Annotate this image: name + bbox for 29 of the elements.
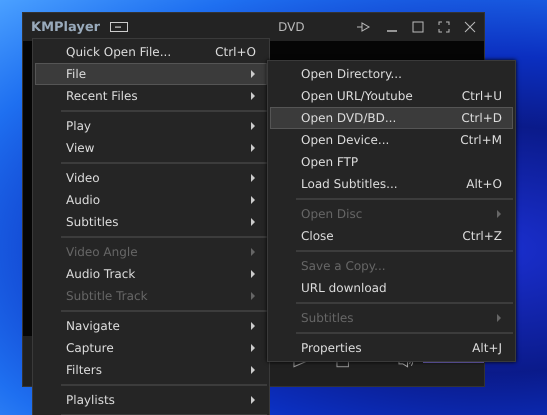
- menu-item[interactable]: View: [35, 137, 267, 159]
- menu-item[interactable]: Subtitles: [35, 211, 267, 233]
- menu-item[interactable]: Open Device... Ctrl+M: [270, 129, 513, 151]
- menu-item[interactable]: File: [35, 63, 267, 85]
- menu-item[interactable]: Close Ctrl+Z: [270, 225, 513, 247]
- app-logo: KMPlayer: [31, 20, 100, 34]
- menu-item[interactable]: Audio: [35, 189, 267, 211]
- menu-item[interactable]: Capture: [35, 337, 267, 359]
- menu-item[interactable]: Recent Files: [35, 85, 267, 107]
- fullscreen-icon[interactable]: [438, 21, 450, 33]
- window-title: DVD: [278, 20, 305, 34]
- menu-item[interactable]: Open Directory...: [270, 63, 513, 85]
- menu-item[interactable]: Open DVD/BD... Ctrl+D: [270, 107, 513, 129]
- menu-item[interactable]: Play: [35, 115, 267, 137]
- menu-item[interactable]: Navigate: [35, 315, 267, 337]
- mini-mode-icon[interactable]: [110, 22, 128, 32]
- menu-item[interactable]: Quick Open File... Ctrl+O: [35, 41, 267, 63]
- close-icon[interactable]: [464, 21, 476, 33]
- menu-item[interactable]: URL download: [270, 277, 513, 299]
- menu-item[interactable]: Open FTP: [270, 151, 513, 173]
- menu-item[interactable]: Audio Track: [35, 263, 267, 285]
- menu-item[interactable]: Open URL/Youtube Ctrl+U: [270, 85, 513, 107]
- menu-item[interactable]: Video: [35, 167, 267, 189]
- menu-item[interactable]: Properties Alt+J: [270, 337, 513, 359]
- maximize-icon[interactable]: [412, 21, 424, 33]
- pin-icon[interactable]: [356, 21, 372, 33]
- menu-item[interactable]: Filters: [35, 359, 267, 381]
- menu-item[interactable]: Playlists: [35, 389, 267, 411]
- menu-item[interactable]: Load Subtitles... Alt+O: [270, 173, 513, 195]
